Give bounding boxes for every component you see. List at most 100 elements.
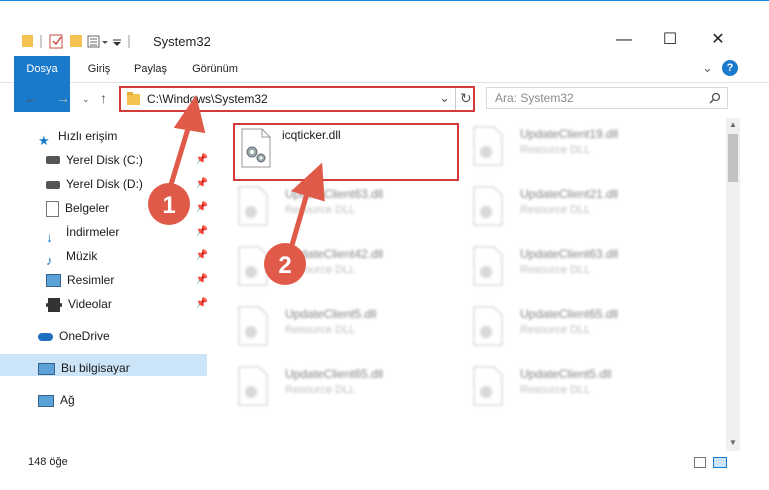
nav-downloads[interactable]: ↓ İndirmeler 📌	[46, 221, 208, 245]
file-type: Resource DLL	[285, 324, 356, 336]
nav-label: Resimler	[67, 273, 115, 287]
tab-home[interactable]: Giriş	[84, 56, 114, 82]
nav-drive-d[interactable]: Yerel Disk (D:) 📌	[46, 173, 208, 195]
network-icon	[38, 394, 54, 407]
file-name: UpdateClient63.dll	[285, 187, 384, 201]
up-button[interactable]: ↑	[100, 90, 107, 106]
forward-button[interactable]: →	[56, 90, 70, 106]
folder-icon	[127, 92, 140, 105]
search-icon[interactable]	[709, 92, 721, 104]
drive-icon	[46, 180, 60, 189]
nav-label: Yerel Disk (D:)	[66, 177, 143, 191]
refresh-icon[interactable]: ↻	[460, 90, 472, 107]
nav-network[interactable]: Ağ	[38, 389, 208, 411]
file-type: Resource DLL	[285, 384, 356, 396]
file-name: UpdateClient63.dll	[520, 247, 619, 261]
nav-documents[interactable]: Belgeler 📌	[46, 197, 208, 219]
new-folder-icon	[70, 35, 82, 47]
file-type: Resource DLL	[285, 264, 356, 276]
search-box[interactable]: Ara: System32	[486, 87, 728, 109]
file-item[interactable]: UpdateClient65.dll Resource DLL	[237, 366, 457, 422]
back-button[interactable]: ←	[24, 90, 38, 106]
ribbon: Dosya Giriş Paylaş Görünüm ⌄ ?	[0, 56, 769, 112]
vertical-scrollbar[interactable]: ▲ ▼	[726, 118, 740, 451]
file-column-1: UpdateClient63.dll Resource DLL UpdateCl…	[237, 186, 457, 456]
nav-label: Hızlı erişim	[58, 129, 118, 143]
folder-icon	[22, 35, 33, 47]
file-name: UpdateClient19.dll	[520, 127, 619, 141]
nav-quick-access[interactable]: ★ Hızlı erişim	[38, 125, 208, 148]
address-dropdown-icon[interactable]: ⌄	[439, 90, 450, 106]
file-type: Resource DLL	[520, 264, 591, 276]
nav-label: Videolar	[68, 297, 112, 311]
tab-view[interactable]: Görünüm	[190, 56, 240, 82]
file-name: UpdateClient65.dll	[285, 367, 384, 381]
nav-drive-c[interactable]: Yerel Disk (C:) 📌	[46, 149, 208, 171]
music-icon: ♪	[46, 252, 53, 268]
minimize-button[interactable]: —	[601, 27, 647, 53]
file-item[interactable]: UpdateClient5.dll Resource DLL	[237, 306, 457, 362]
file-item-highlighted[interactable]: icqticker.dll	[240, 128, 450, 184]
file-type: Resource DLL	[520, 144, 591, 156]
pin-icon: 📌	[195, 154, 208, 165]
dll-file-icon	[238, 366, 268, 406]
recent-locations-icon[interactable]: ⌄	[82, 94, 90, 105]
cloud-icon	[38, 332, 53, 341]
status-item-count: 148 öğe	[28, 456, 68, 468]
dll-file-icon	[473, 246, 503, 286]
file-type: Resource DLL	[520, 384, 591, 396]
videos-icon	[46, 297, 62, 312]
file-type: Resource DLL	[285, 204, 356, 216]
address-bar[interactable]: C:\Windows\System32 ⌄ ↻	[119, 86, 475, 112]
nav-pictures[interactable]: Resimler 📌	[46, 269, 208, 291]
nav-videos[interactable]: Videolar 📌	[46, 293, 208, 315]
scroll-up-icon[interactable]: ▲	[729, 120, 737, 129]
ribbon-expand-icon[interactable]: ⌄	[702, 60, 713, 76]
dll-file-icon	[473, 366, 503, 406]
dll-file-icon	[473, 306, 503, 346]
file-name: UpdateClient5.dll	[285, 307, 377, 321]
file-name: UpdateClient42.dll	[285, 247, 384, 261]
star-icon: ★	[38, 132, 50, 148]
dll-file-icon	[238, 186, 268, 226]
drive-icon	[46, 155, 60, 164]
file-item[interactable]: UpdateClient63.dll Resource DLL	[472, 246, 712, 302]
customize-icon	[113, 42, 121, 46]
maximize-button[interactable]: ☐	[647, 27, 693, 53]
tab-share[interactable]: Paylaş	[134, 56, 167, 82]
address-path[interactable]: C:\Windows\System32	[147, 92, 268, 106]
quick-access-toolbar	[22, 34, 130, 49]
file-item[interactable]: UpdateClient21.dll Resource DLL	[472, 186, 712, 242]
file-item[interactable]: UpdateClient65.dll Resource DLL	[472, 306, 712, 362]
dll-file-icon	[238, 306, 268, 346]
nav-onedrive[interactable]: OneDrive	[38, 325, 208, 347]
nav-music[interactable]: ♪ Müzik 📌	[46, 245, 208, 268]
file-name: UpdateClient21.dll	[520, 187, 619, 201]
search-placeholder[interactable]: Ara: System32	[495, 91, 574, 105]
file-name: UpdateClient5.dll	[520, 367, 612, 381]
help-icon[interactable]: ?	[722, 60, 738, 76]
nav-this-pc[interactable]: Bu bilgisayar	[38, 357, 206, 379]
file-item[interactable]: UpdateClient42.dll Resource DLL	[237, 246, 457, 302]
pin-icon: 📌	[195, 202, 208, 213]
documents-icon	[46, 200, 59, 217]
large-icons-view-icon[interactable]	[713, 457, 727, 468]
scroll-down-icon[interactable]: ▼	[729, 438, 737, 447]
dll-file-icon	[238, 246, 268, 286]
pin-icon: 📌	[195, 298, 208, 309]
close-button[interactable]: ✕	[695, 27, 741, 53]
scroll-thumb[interactable]	[728, 134, 738, 182]
file-column-2: UpdateClient19.dll Resource DLL UpdateCl…	[472, 126, 722, 446]
file-type: Resource DLL	[520, 324, 591, 336]
nav-label: Yerel Disk (C:)	[66, 153, 143, 167]
file-item[interactable]: UpdateClient5.dll Resource DLL	[472, 366, 712, 422]
nav-label: Ağ	[60, 393, 75, 407]
file-name: icqticker.dll	[282, 128, 341, 142]
downloads-icon: ↓	[46, 228, 53, 245]
window-title: System32	[153, 34, 211, 49]
file-item[interactable]: UpdateClient63.dll Resource DLL	[237, 186, 457, 242]
file-item[interactable]: UpdateClient19.dll Resource DLL	[472, 126, 712, 182]
file-name: UpdateClient65.dll	[520, 307, 619, 321]
details-view-icon[interactable]	[694, 457, 706, 468]
dll-file-icon	[473, 126, 503, 166]
